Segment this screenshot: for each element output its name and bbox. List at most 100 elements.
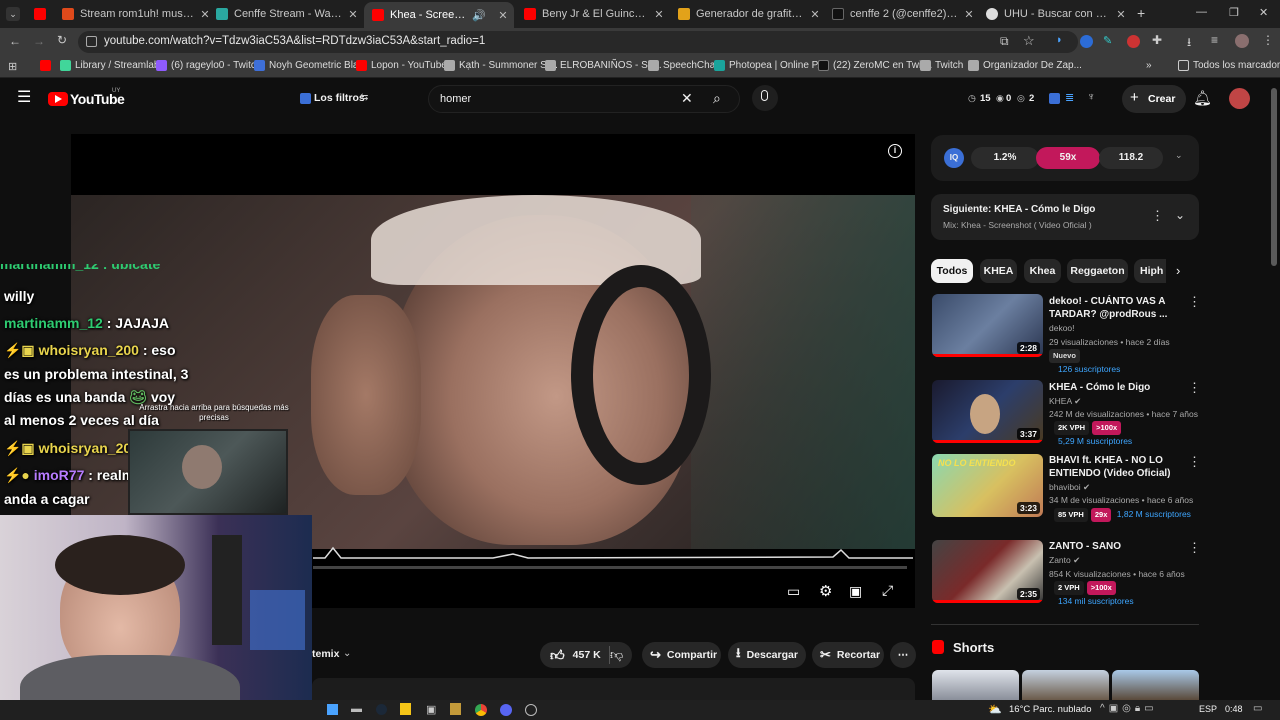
short-thumbnail[interactable] — [1022, 670, 1109, 700]
language-indicator[interactable]: ESP — [1199, 704, 1217, 714]
bookmark-star-icon[interactable]: ☆ — [1023, 33, 1035, 49]
youtube-logo-icon[interactable] — [48, 92, 68, 106]
extension-icon[interactable]: ◗ — [1056, 34, 1063, 46]
chip-all[interactable]: Todos — [931, 259, 973, 283]
channel-name[interactable]: bhaviboi ✔ — [1049, 481, 1090, 493]
chevron-right-icon[interactable]: › — [1176, 263, 1180, 278]
kebab-menu-icon[interactable]: ⋮ — [1188, 540, 1201, 556]
profile-avatar[interactable] — [1235, 34, 1249, 48]
tab-4[interactable]: Generador de grafitis | Genera ✕ — [678, 3, 822, 25]
close-tab-icon[interactable]: ✕ — [652, 8, 666, 21]
close-tab-icon[interactable]: ✕ — [962, 8, 976, 21]
chevron-down-icon[interactable]: ⌄ — [1175, 208, 1185, 222]
user-avatar[interactable] — [1229, 88, 1250, 109]
video-thumbnail[interactable]: 2:35 — [932, 540, 1043, 603]
chevron-down-icon[interactable]: ⌄ — [1175, 150, 1183, 161]
chip[interactable]: Hiph — [1134, 259, 1166, 283]
speaker-icon[interactable]: 🔊 — [472, 9, 486, 22]
filter-sliders-icon[interactable]: ⇆ — [360, 92, 368, 103]
extension-icon[interactable]: ✎ — [1103, 34, 1112, 47]
bookmark-8[interactable]: (22) ZeroMC en Twit... — [818, 60, 932, 71]
bookmark-2[interactable]: Noyh Geometric Bla... — [254, 60, 367, 71]
close-tab-icon[interactable]: ✕ — [346, 8, 360, 21]
video-title[interactable]: dekoo! - CUÁNTO VAS A TARDAR? @prodRous .… — [1049, 295, 1167, 321]
weather-text[interactable]: 16°C Parc. nublado — [1009, 704, 1092, 715]
notifications-icon[interactable]: ▭ — [1253, 703, 1262, 714]
filters-button[interactable]: Los filtros — [314, 92, 365, 104]
bookmark-youtube[interactable] — [40, 60, 55, 71]
kebab-menu-icon[interactable]: ⋮ — [1151, 208, 1164, 224]
kebab-menu-icon[interactable]: ⋮ — [1188, 454, 1201, 470]
list-icon[interactable]: ≣ — [1065, 91, 1074, 104]
voice-search-button[interactable] — [752, 85, 778, 111]
channel-name[interactable]: KHEA ✔ — [1049, 395, 1081, 407]
site-info-icon[interactable] — [86, 36, 97, 47]
download-button[interactable]: ⭳ Descargar — [728, 642, 806, 668]
video-thumbnail[interactable]: 3:37 — [932, 380, 1043, 443]
reading-list-icon[interactable]: ≡ — [1211, 33, 1218, 47]
search-icon[interactable]: ⌕ — [713, 90, 721, 107]
subtitles-icon[interactable]: ▭ — [787, 583, 800, 600]
omnibox[interactable]: youtube.com/watch?v=Tdzw3iaC53A&list=RDT… — [78, 31, 1078, 53]
extension-logo-icon[interactable] — [1049, 93, 1060, 104]
chevron-down-icon[interactable]: ⌄ — [343, 648, 351, 659]
folder-icon[interactable] — [400, 703, 411, 715]
short-thumbnail[interactable] — [932, 670, 1019, 700]
tab-pinned[interactable] — [34, 3, 54, 25]
discord-icon[interactable] — [500, 704, 512, 716]
video-thumbnail[interactable]: NO LO ENTIENDO 3:23 — [932, 454, 1043, 517]
bookmark-4[interactable]: Kạth - Summoner St... — [444, 60, 558, 71]
channel-name[interactable]: Zanto ✔ — [1049, 554, 1080, 566]
tab-0[interactable]: Stream rom1uh! music | Listen ✕ — [62, 3, 212, 25]
video-title[interactable]: KHEA - Cómo le Digo — [1049, 381, 1150, 394]
channel-name-partial[interactable]: temix — [312, 648, 339, 660]
tab-5[interactable]: cenffe 2 (@cenffe2) | TikTok ✕ — [832, 3, 976, 25]
info-icon[interactable]: i — [888, 144, 902, 158]
bookmark-7[interactable]: Photopea | Online P... — [714, 60, 825, 71]
search-box[interactable]: homer ✕ ⌕ — [428, 85, 740, 113]
short-thumbnail[interactable] — [1112, 670, 1199, 700]
tab-2-active[interactable]: Khea - Screenshot ( Video 🔊 ✕ — [364, 2, 514, 28]
fullscreen-icon[interactable]: ⤢ — [882, 582, 893, 599]
chrome-icon[interactable] — [475, 704, 487, 716]
chip[interactable]: Khea — [1024, 259, 1061, 283]
thumbs-down-icon[interactable]: 👎︎ — [610, 647, 623, 663]
extension-icon[interactable] — [1080, 35, 1093, 48]
tab-1[interactable]: Cenffe Stream - Watch Live on ✕ — [216, 3, 360, 25]
more-actions-button[interactable]: ⋯ — [890, 642, 916, 668]
restore-icon[interactable]: ❐ — [1229, 6, 1239, 19]
back-icon[interactable]: ← — [9, 34, 21, 48]
bookmark-9[interactable]: Twitch — [920, 60, 963, 71]
bookmark-0[interactable]: Library / Streamlabs — [60, 60, 164, 71]
browser-menu-icon[interactable]: ⋮ — [1262, 33, 1274, 47]
chip[interactable]: Reggaeton — [1067, 259, 1128, 283]
create-button[interactable]: + Crear — [1122, 85, 1186, 113]
close-window-icon[interactable]: ✕ — [1259, 6, 1268, 19]
playlist-next-card[interactable]: Siguiente: KHEA - Cómo le Digo Mix: Khea… — [931, 194, 1199, 240]
search-input[interactable]: homer — [440, 93, 471, 105]
url-text[interactable]: youtube.com/watch?v=Tdzw3iaC53A&list=RDT… — [104, 35, 485, 47]
channel-name[interactable]: dekoo! — [1049, 322, 1075, 334]
bookmark-1[interactable]: (6) rageylo0 - Twitch — [156, 60, 261, 71]
bookmark-6[interactable]: SpeechChat — [648, 60, 718, 71]
new-tab-icon[interactable]: + — [1137, 5, 1145, 21]
notifications-bell-icon[interactable]: 🔔︎ — [1193, 89, 1212, 107]
download-icon[interactable]: ⭳ — [1187, 33, 1191, 54]
close-tab-icon[interactable]: ✕ — [808, 8, 822, 21]
reload-icon[interactable]: ↻ — [57, 33, 67, 47]
taskbar-app-icon[interactable]: ▣ — [426, 703, 436, 716]
bookmark-3[interactable]: Lopon - YouTube — [356, 60, 447, 71]
tab-6[interactable]: UHU - Buscar con Google ✕ — [986, 3, 1128, 25]
steam-icon[interactable] — [376, 704, 387, 715]
hamburger-menu-icon[interactable]: ☰ — [17, 90, 31, 106]
close-tab-icon[interactable]: ✕ — [496, 9, 510, 22]
bookmark-10[interactable]: Organizador De Zap... — [968, 60, 1082, 71]
all-bookmarks[interactable]: Todos los marcadores — [1178, 60, 1280, 71]
clear-search-icon[interactable]: ✕ — [681, 90, 693, 107]
clip-button[interactable]: ✂ Recortar — [812, 642, 884, 668]
kebab-menu-icon[interactable]: ⋮ — [1188, 380, 1201, 396]
obs-icon[interactable] — [525, 704, 537, 716]
extensions-puzzle-icon[interactable]: ✚ — [1152, 33, 1162, 47]
bookmark-5[interactable]: ELROBANIÑOS - Su... — [545, 60, 662, 71]
chip[interactable]: KHEA — [980, 259, 1017, 283]
